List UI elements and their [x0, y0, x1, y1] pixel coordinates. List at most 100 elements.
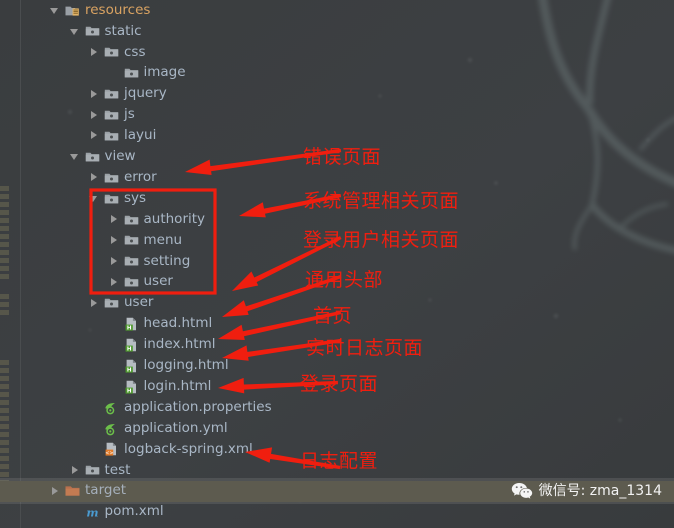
chevron-right-icon[interactable] [109, 277, 120, 288]
folder-icon [124, 275, 139, 289]
chevron-right-icon[interactable] [89, 298, 100, 309]
chevron-right-icon[interactable] [109, 214, 120, 225]
tree-row-layui[interactable]: layui [0, 125, 674, 146]
tree-row-label: js [124, 106, 135, 123]
watermark-text: 微信号: zma_1314 [538, 483, 662, 499]
chevron-right-icon[interactable] [89, 47, 100, 58]
project-tree-panel[interactable]: resources static css image jquery js layui view… [0, 0, 674, 528]
tree-row-label: test [104, 461, 131, 478]
tree-row-label: layui [124, 127, 157, 144]
tree-row-static[interactable]: static [0, 21, 674, 42]
tree-row-resources[interactable]: resources [0, 0, 674, 21]
tree-row-jquery[interactable]: jquery [0, 84, 674, 105]
tree-row-label: resources [85, 1, 151, 18]
chevron-down-icon[interactable] [69, 151, 81, 162]
tree-row-error[interactable]: error [0, 167, 674, 188]
annotation-system-admin-pages: 系统管理相关页面 [303, 190, 460, 212]
tree-row-label: menu [143, 231, 183, 248]
tree-row-js[interactable]: js [0, 105, 674, 126]
chevron-down-icon[interactable] [50, 5, 61, 16]
wechat-icon [511, 482, 533, 500]
annotation-login-page: 登录页面 [300, 373, 379, 395]
tree-row-application-yml[interactable]: application.yml [0, 418, 674, 439]
folder-icon [124, 213, 139, 227]
tree-row-label: css [124, 43, 146, 60]
folder-icon [104, 296, 119, 310]
chevron-right-icon[interactable] [70, 465, 81, 476]
chevron-down-icon[interactable] [89, 193, 100, 204]
tree-row-label: logging.html [143, 357, 229, 374]
tree-row-label: authority [143, 210, 206, 227]
tree-row-label: error [124, 168, 157, 185]
tree-row-label: pom.xml [104, 503, 164, 520]
annotation-home-page: 首页 [313, 305, 353, 327]
folder-icon [124, 233, 139, 247]
folder-icon [124, 66, 139, 80]
tree-row-label: view [104, 148, 136, 165]
chevron-right-icon[interactable] [89, 172, 100, 183]
svg-text:H: H [126, 326, 131, 331]
chevron-right-icon[interactable] [89, 130, 100, 141]
resources-folder-icon [65, 4, 80, 18]
tree-row-label: index.html [143, 336, 216, 353]
svg-text:m: m [86, 506, 98, 519]
tree-row-label: static [104, 22, 142, 39]
tree-row-label: logback-spring.xml [124, 440, 253, 457]
folder-icon [104, 192, 119, 206]
tree-row-label: jquery [124, 85, 167, 102]
svg-text:H: H [126, 388, 131, 393]
folder-icon [104, 171, 119, 185]
tree-row-label: setting [143, 252, 191, 269]
tree-row-label: sys [124, 189, 147, 206]
spring-config-icon [104, 422, 119, 436]
tree-row-label: user [143, 273, 173, 290]
annotation-error-pages: 错误页面 [303, 146, 382, 168]
watermark-bar: 微信号: zma_1314 [0, 478, 674, 504]
tree-row-label: application.properties [124, 398, 272, 415]
tree-row-application-properties[interactable]: application.properties [0, 397, 674, 418]
annotation-login-user-pages: 登录用户相关页面 [303, 229, 460, 251]
svg-text:H: H [126, 346, 131, 351]
tree-row-authority[interactable]: authority [0, 209, 674, 230]
folder-icon [104, 129, 119, 143]
spring-config-icon [104, 401, 119, 415]
annotation-realtime-log-page: 实时日志页面 [306, 337, 424, 359]
tree-row-css[interactable]: css [0, 42, 674, 63]
tree-row-label: head.html [143, 315, 213, 332]
html-file-icon: H [124, 380, 139, 394]
folder-icon [104, 87, 119, 101]
svg-text:H: H [126, 367, 131, 372]
tree-row-label: image [143, 64, 186, 81]
html-file-icon: H [124, 338, 139, 352]
svg-text:<>: <> [105, 451, 113, 457]
tree-row-label: user [124, 294, 154, 311]
folder-icon [85, 24, 100, 38]
xml-file-icon: <> [104, 442, 119, 456]
folder-icon [104, 108, 119, 122]
chevron-right-icon[interactable] [109, 256, 120, 267]
maven-file-icon: m [85, 505, 100, 519]
folder-icon [104, 45, 119, 59]
tree-row-label: login.html [143, 377, 212, 394]
tree-row-label: application.yml [124, 419, 228, 436]
tree-row-image[interactable]: image [0, 63, 674, 84]
folder-icon [124, 254, 139, 268]
annotation-log-config: 日志配置 [300, 450, 379, 472]
chevron-right-icon[interactable] [89, 110, 100, 121]
chevron-down-icon[interactable] [69, 26, 81, 37]
folder-icon [85, 150, 100, 164]
html-file-icon: H [124, 359, 139, 373]
chevron-right-icon[interactable] [89, 89, 100, 100]
html-file-icon: H [124, 317, 139, 331]
chevron-right-icon[interactable] [109, 235, 120, 246]
tree-row-pom-xml[interactable]: m pom.xml [0, 502, 674, 523]
